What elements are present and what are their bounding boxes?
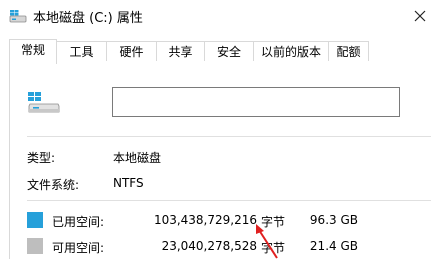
free-space-label: 可用空间:	[52, 241, 105, 255]
tab-sharing[interactable]: 共享	[156, 41, 205, 61]
volume-name-input[interactable]	[112, 87, 400, 117]
tab-security[interactable]: 安全	[204, 41, 254, 61]
separator	[27, 200, 431, 201]
tab-label: 安全	[216, 45, 241, 59]
window-title: 本地磁盘 (C:) 属性	[33, 11, 143, 26]
filesystem-label: 文件系统:	[27, 178, 80, 192]
tab-label: 配额	[336, 45, 361, 59]
tab-label: 共享	[168, 45, 193, 59]
title-bar: 本地磁盘 (C:) 属性	[0, 0, 443, 32]
tab-previous-versions[interactable]: 以前的版本	[253, 41, 329, 61]
used-space-bytes: 103,438,729,216	[153, 213, 257, 227]
tab-hardware[interactable]: 硬件	[106, 41, 157, 61]
free-space-bytes: 23,040,278,528	[161, 239, 257, 253]
filesystem-value: NTFS	[113, 176, 144, 190]
annotation-arrow	[256, 224, 278, 259]
free-space-swatch	[27, 238, 43, 254]
type-value: 本地磁盘	[113, 151, 162, 165]
drive-icon	[28, 92, 60, 113]
close-icon	[414, 10, 426, 22]
tab-quota[interactable]: 配额	[328, 41, 369, 61]
tab-label: 常规	[20, 43, 45, 57]
type-label: 类型:	[27, 151, 56, 165]
separator	[27, 136, 431, 137]
tab-label: 工具	[69, 45, 94, 59]
close-button[interactable]	[398, 0, 443, 32]
tab-strip: 常规 工具 硬件 共享 安全 以前的版本 配额	[9, 39, 439, 64]
tab-label: 硬件	[119, 45, 144, 59]
used-space-swatch	[27, 212, 43, 228]
tab-label: 以前的版本	[260, 45, 321, 59]
tab-tools[interactable]: 工具	[56, 41, 107, 61]
drive-icon	[9, 10, 27, 23]
free-space-size: 21.4 GB	[309, 239, 358, 253]
used-space-label: 已用空间:	[52, 215, 105, 229]
used-space-size: 96.3 GB	[309, 213, 358, 227]
tab-general[interactable]: 常规	[9, 39, 57, 64]
